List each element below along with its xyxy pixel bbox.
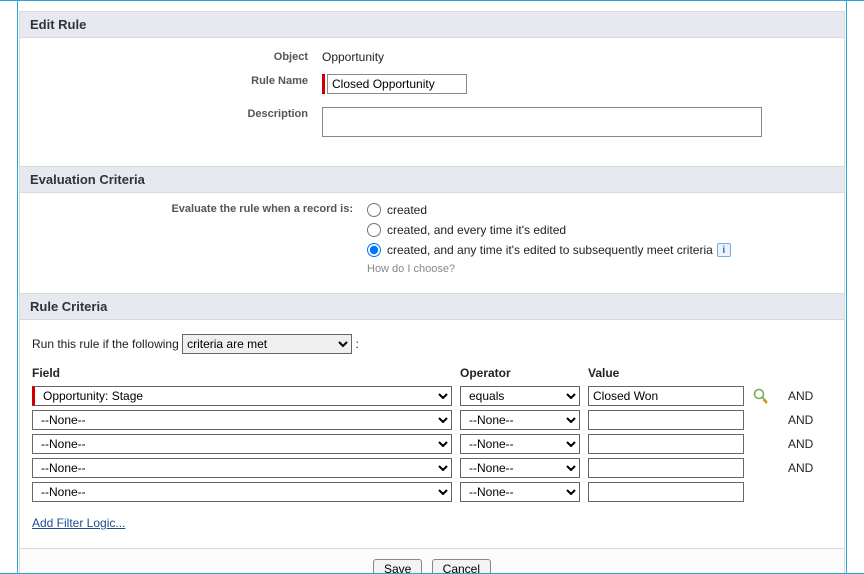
col-value-header: Value — [588, 366, 744, 382]
col-field-header: Field — [32, 366, 452, 382]
criteria-operator-select[interactable]: --None-- — [460, 458, 580, 478]
criteria-value-input[interactable] — [588, 434, 744, 454]
radio-created-edited-label: created, and every time it's edited — [387, 223, 566, 237]
info-icon[interactable]: i — [717, 243, 731, 257]
radio-created-subsequently[interactable] — [367, 243, 381, 257]
rule-name-label: Rule Name — [32, 72, 322, 87]
rule-name-input[interactable] — [327, 74, 467, 94]
required-indicator — [322, 74, 325, 94]
criteria-field-select[interactable]: --None-- — [32, 482, 452, 502]
criteria-value-input[interactable] — [588, 458, 744, 478]
radio-created-subsequently-label: created, and any time it's edited to sub… — [387, 243, 713, 257]
rule-criteria-header: Rule Criteria — [20, 293, 844, 320]
cancel-button[interactable]: Cancel — [432, 559, 491, 574]
col-operator-header: Operator — [460, 366, 580, 382]
criteria-value-input[interactable] — [588, 482, 744, 502]
radio-created[interactable] — [367, 203, 381, 217]
run-rule-select[interactable]: criteria are met — [182, 334, 352, 354]
edit-rule-panel: Edit Rule Object Opportunity Rule Name D… — [19, 11, 845, 574]
criteria-field-select[interactable]: --None-- — [32, 434, 452, 454]
radio-created-edited[interactable] — [367, 223, 381, 237]
how-do-i-choose-link[interactable]: How do I choose? — [367, 263, 832, 275]
edit-rule-header: Edit Rule — [20, 12, 844, 38]
criteria-operator-select[interactable]: --None-- — [460, 410, 580, 430]
object-label: Object — [32, 48, 322, 63]
colon: : — [355, 337, 358, 351]
criteria-operator-select[interactable]: --None-- — [460, 434, 580, 454]
description-label: Description — [32, 105, 322, 120]
criteria-field-select[interactable]: --None-- — [32, 458, 452, 478]
object-value: Opportunity — [322, 48, 832, 64]
evaluation-criteria-body: Evaluate the rule when a record is: crea… — [20, 193, 844, 293]
criteria-field-select[interactable]: --None-- — [32, 410, 452, 430]
edit-rule-body: Object Opportunity Rule Name Description — [20, 38, 844, 166]
radio-created-label: created — [387, 203, 427, 217]
run-rule-label: Run this rule if the following — [32, 337, 179, 351]
lookup-icon[interactable] — [752, 387, 770, 405]
criteria-value-input[interactable] — [588, 386, 744, 406]
and-label: AND — [788, 437, 832, 451]
footer: Save Cancel — [20, 548, 844, 574]
evaluate-label: Evaluate the rule when a record is: — [32, 203, 367, 215]
evaluation-criteria-header: Evaluation Criteria — [20, 166, 844, 193]
criteria-value-input[interactable] — [588, 410, 744, 430]
and-label: AND — [788, 461, 832, 475]
criteria-operator-select[interactable]: --None-- — [460, 482, 580, 502]
description-textarea[interactable] — [322, 107, 762, 137]
and-label: AND — [788, 413, 832, 427]
add-filter-logic-link[interactable]: Add Filter Logic... — [32, 516, 125, 530]
criteria-operator-select[interactable]: equals — [460, 386, 580, 406]
and-label: AND — [788, 389, 832, 403]
criteria-field-select[interactable]: Opportunity: Stage — [32, 386, 452, 406]
save-button[interactable]: Save — [373, 559, 422, 574]
rule-criteria-body: Run this rule if the following criteria … — [20, 320, 844, 548]
